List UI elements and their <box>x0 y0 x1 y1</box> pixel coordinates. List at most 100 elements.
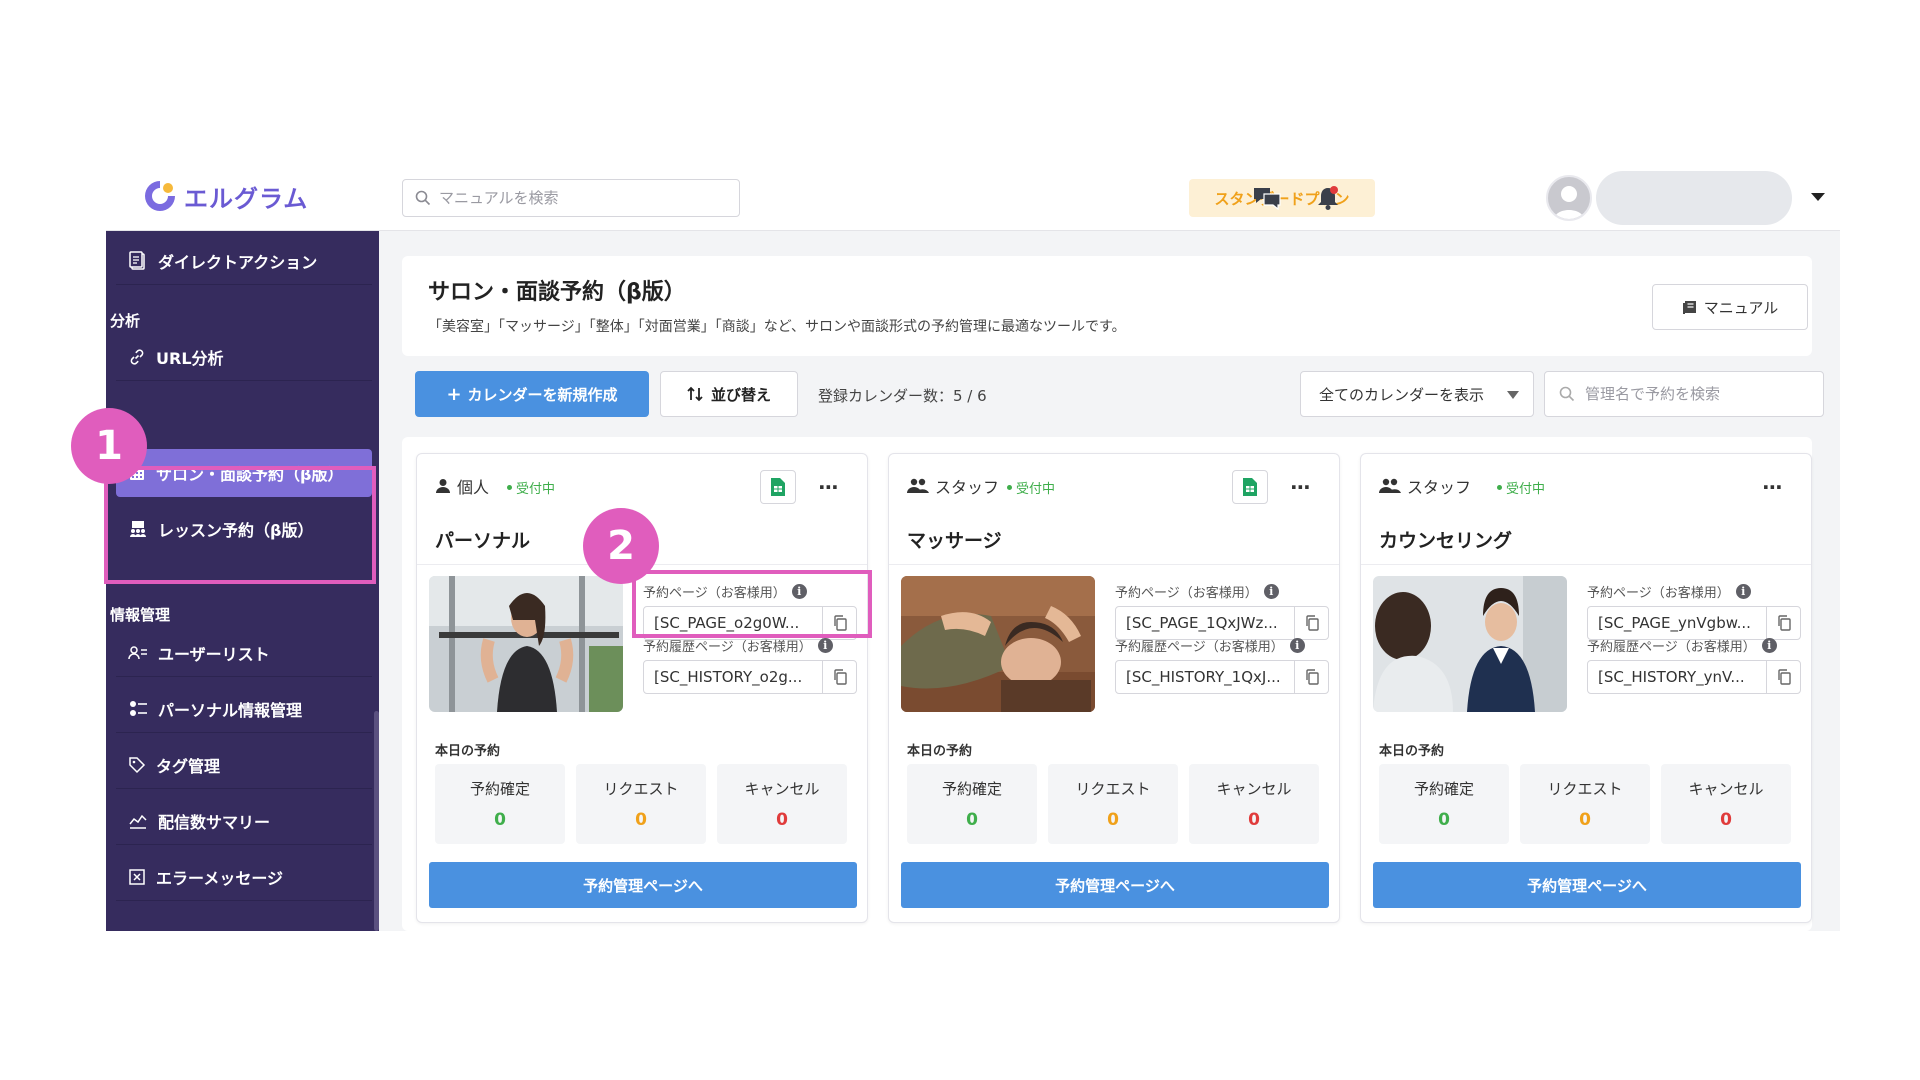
booking-history-label-text: 予約履歴ページ（お客様用） <box>643 640 812 655</box>
username-pill[interactable] <box>1596 171 1792 225</box>
stat-label: 予約確定 <box>941 780 1002 798</box>
copy-button[interactable] <box>822 661 856 693</box>
sidebar-item-url-analysis[interactable]: URL分析 <box>116 333 372 381</box>
manual-search[interactable] <box>402 179 740 217</box>
stat-value: 0 <box>1720 810 1732 830</box>
booking-history-input[interactable] <box>1116 662 1294 692</box>
booking-history-input[interactable] <box>1588 662 1766 692</box>
booking-search-input[interactable] <box>1585 385 1805 403</box>
booking-page-input[interactable] <box>1588 608 1766 638</box>
spreadsheet-icon <box>771 478 785 496</box>
status-dot <box>1497 485 1502 490</box>
stat-label: 予約確定 <box>1413 780 1474 798</box>
status-badge: 受付中 <box>1497 478 1545 497</box>
user-avatar[interactable] <box>1546 175 1592 221</box>
card-type: スタッフ <box>907 474 999 498</box>
woman-training-photo <box>429 576 623 712</box>
info-icon[interactable]: i <box>1289 638 1305 653</box>
spreadsheet-button[interactable] <box>760 470 796 504</box>
card-divider <box>889 564 1339 565</box>
card-type-label: 個人 <box>457 478 490 497</box>
sidebar-section-analysis: 分析 <box>110 312 141 330</box>
chat-icon[interactable] <box>1250 181 1284 215</box>
stat-request: リクエスト 0 <box>576 764 706 844</box>
sidebar-item-direct-action[interactable]: ダイレクトアクション <box>116 237 372 285</box>
sidebar-item-personal-info[interactable]: パーソナル情報管理 <box>116 685 372 733</box>
card-title: カウンセリング <box>1379 530 1513 552</box>
manual-button-label: マニュアル <box>1703 298 1779 317</box>
spreadsheet-icon <box>1243 478 1257 496</box>
calendar-filter-select[interactable]: 全てのカレンダーを表示 <box>1300 371 1534 417</box>
create-calendar-label: カレンダーを新規作成 <box>467 385 618 404</box>
spreadsheet-button[interactable] <box>1232 470 1268 504</box>
sidebar-item-user-list[interactable]: ユーザーリスト <box>116 629 372 677</box>
booking-history-input[interactable] <box>644 662 822 692</box>
chevron-down-icon[interactable] <box>1811 193 1825 201</box>
chevron-down-icon <box>1507 391 1519 399</box>
stat-request: リクエスト 0 <box>1048 764 1178 844</box>
sort-button-label: 並び替え <box>710 385 771 404</box>
stat-value: 0 <box>1248 810 1260 830</box>
app-logo[interactable]: エルグラム <box>142 178 308 214</box>
stat-label: リクエスト <box>1075 780 1151 798</box>
booking-search[interactable] <box>1544 371 1824 417</box>
status-dot <box>1007 485 1012 490</box>
manage-bookings-button[interactable]: 予約管理ページへ <box>1373 862 1801 908</box>
copy-icon <box>1777 669 1791 685</box>
create-calendar-button[interactable]: + カレンダーを新規作成 <box>415 371 649 417</box>
booking-page-input[interactable] <box>1116 608 1294 638</box>
sidebar-item-label: ユーザーリスト <box>158 644 270 664</box>
book-icon <box>1682 301 1696 314</box>
sidebar-item-label: URL分析 <box>156 348 224 368</box>
stat-label: キャンセル <box>1688 780 1764 798</box>
info-icon[interactable]: i <box>1263 584 1279 599</box>
info-icon[interactable]: i <box>817 638 833 653</box>
info-icon[interactable]: i <box>1761 638 1777 653</box>
card-type-label: スタッフ <box>935 478 1000 497</box>
copy-icon <box>1777 615 1791 631</box>
manual-button[interactable]: マニュアル <box>1652 284 1808 330</box>
card-divider <box>1361 564 1811 565</box>
more-options-icon[interactable]: ⋯ <box>1756 472 1790 502</box>
booking-page-label: 予約ページ（お客様用） i <box>1115 582 1279 601</box>
link-icon <box>130 348 144 365</box>
card-type-label: スタッフ <box>1407 478 1472 497</box>
copy-button[interactable] <box>1294 661 1328 693</box>
bell-icon[interactable] <box>1311 181 1345 215</box>
annotation-number-1: 1 <box>71 408 147 484</box>
personal-info-icon <box>130 700 147 716</box>
copy-button[interactable] <box>1294 607 1328 639</box>
sort-button[interactable]: 並び替え <box>660 371 798 417</box>
user-list-icon <box>128 645 147 659</box>
manage-bookings-button[interactable]: 予約管理ページへ <box>429 862 857 908</box>
info-icon[interactable]: i <box>1735 584 1751 599</box>
annotation-number-2: 2 <box>583 508 659 584</box>
stat-label: キャンセル <box>1216 780 1292 798</box>
card-type: スタッフ <box>1379 474 1471 498</box>
plus-icon: + <box>446 383 462 405</box>
staff-icon <box>907 478 929 493</box>
stat-label: 予約確定 <box>469 780 530 798</box>
booking-history-label: 予約履歴ページ（お客様用） i <box>1587 636 1777 655</box>
copy-button[interactable] <box>1766 607 1800 639</box>
sidebar-item-tag-manage[interactable]: タグ管理 <box>116 741 372 789</box>
booking-page-label-text: 予約ページ（お客様用） <box>1587 586 1730 601</box>
calendar-card-counseling: スタッフ 受付中 ⋯ カウンセリング 予約ページ（お客様用） i [SC_PAG… <box>1360 453 1812 923</box>
sidebar-section-info: 情報管理 <box>110 606 171 624</box>
booking-history-label: 予約履歴ページ（お客様用） i <box>1115 636 1305 655</box>
more-options-icon[interactable]: ⋯ <box>1284 472 1318 502</box>
manage-bookings-button[interactable]: 予約管理ページへ <box>901 862 1329 908</box>
sidebar-item-delivery-summary[interactable]: 配信数サマリー <box>116 797 372 845</box>
status-badge: 受付中 <box>507 478 555 497</box>
more-options-icon[interactable]: ⋯ <box>812 472 846 502</box>
booking-page-field <box>1587 606 1801 640</box>
manual-search-input[interactable] <box>439 189 719 207</box>
sidebar-scrollbar[interactable] <box>374 711 379 931</box>
counseling-photo <box>1373 576 1567 712</box>
stat-label: リクエスト <box>603 780 679 798</box>
booking-history-label: 予約履歴ページ（お客様用） i <box>643 636 833 655</box>
status-dot <box>507 485 512 490</box>
sidebar-item-error-message[interactable]: エラーメッセージ <box>116 853 372 901</box>
copy-button[interactable] <box>1766 661 1800 693</box>
user-avatar-icon <box>1554 186 1584 219</box>
